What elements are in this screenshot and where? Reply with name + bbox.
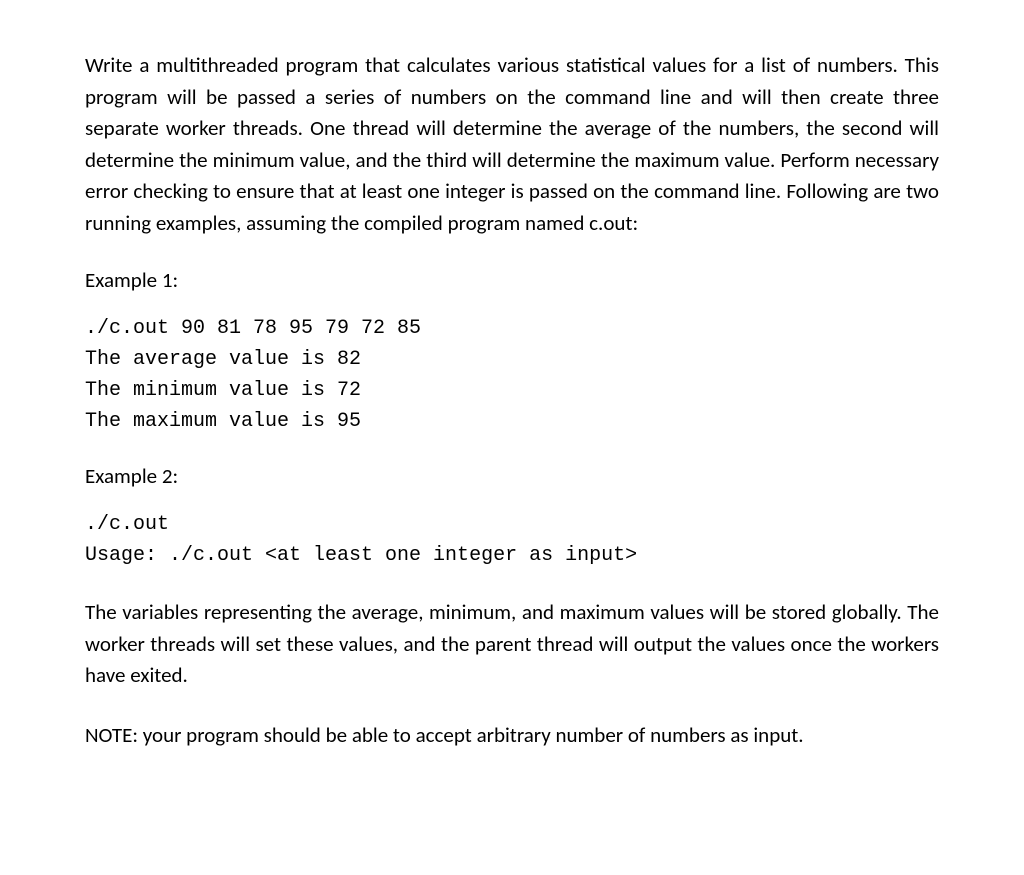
example2-code: ./c.out Usage: ./c.out <at least one int… <box>85 509 939 571</box>
example1-label: Example 1: <box>85 267 939 293</box>
explanation-text: The variables representing the average, … <box>85 597 939 692</box>
example1-code: ./c.out 90 81 78 95 79 72 85 The average… <box>85 313 939 437</box>
note-text: NOTE: your program should be able to acc… <box>85 720 939 752</box>
example2-label: Example 2: <box>85 463 939 489</box>
problem-statement: Write a multithreaded program that calcu… <box>85 50 939 239</box>
